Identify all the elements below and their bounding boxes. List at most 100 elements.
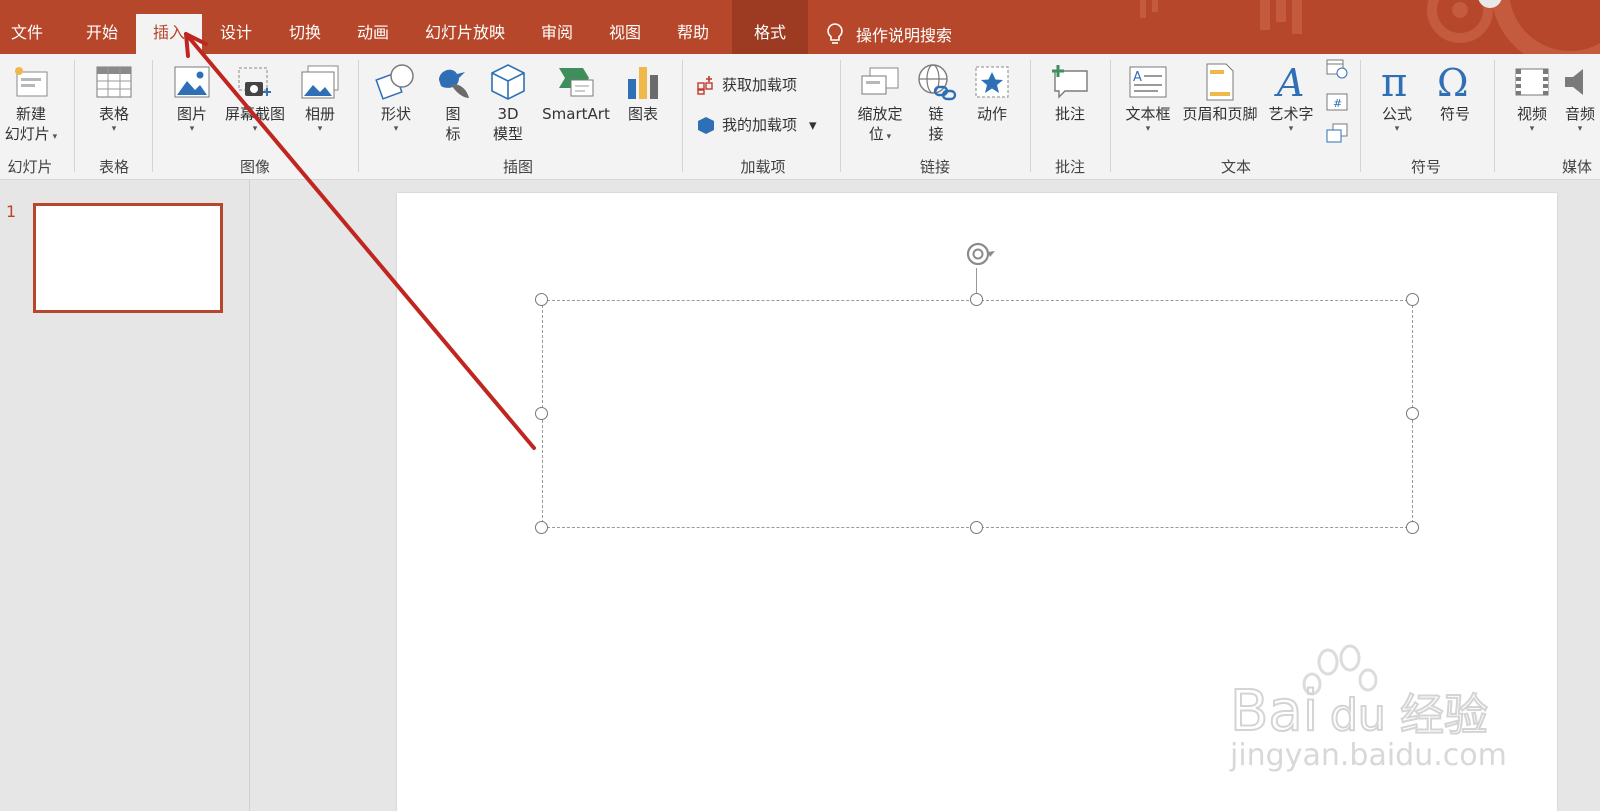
tab-insert[interactable]: 插入 xyxy=(136,14,202,54)
zoom-label-1: 缩放定 xyxy=(857,105,903,123)
new-slide-button[interactable]: 新建 幻灯片 ▾ xyxy=(0,54,62,144)
screenshot-label: 屏幕截图 xyxy=(224,105,285,123)
group-divider xyxy=(74,60,75,172)
resize-handle-left[interactable] xyxy=(535,407,548,420)
zoom-slides-icon xyxy=(859,60,901,104)
shapes-button[interactable]: 形状 ▾ xyxy=(370,54,422,134)
chevron-down-icon: ▾ xyxy=(1529,124,1535,134)
symbol-button[interactable]: Ω 符号 xyxy=(1428,54,1482,124)
watermark-url: jingyan.baidu.com xyxy=(1230,738,1507,773)
video-button[interactable]: 视频 ▾ xyxy=(1506,54,1558,134)
tab-help[interactable]: 帮助 xyxy=(660,14,726,54)
table-label: 表格 xyxy=(98,105,129,123)
textbox-label: 文本框 xyxy=(1125,105,1171,123)
group-divider xyxy=(1030,60,1031,172)
tab-file[interactable]: 文件 xyxy=(0,14,54,54)
group-divider xyxy=(1110,60,1111,172)
3d-models-label-1: 3D xyxy=(497,105,519,123)
object-button[interactable] xyxy=(1322,122,1352,144)
tab-format[interactable]: 格式 xyxy=(732,0,808,54)
action-button[interactable]: 动作 xyxy=(966,54,1018,124)
tab-transitions[interactable]: 切换 xyxy=(272,14,338,54)
table-button[interactable]: 表格 ▾ xyxy=(88,54,140,134)
smartart-button[interactable]: SmartArt xyxy=(538,54,614,124)
equation-button[interactable]: π 公式 ▾ xyxy=(1370,54,1424,134)
chevron-down-icon: ▾ xyxy=(49,132,58,142)
link-button[interactable]: 链 接 xyxy=(912,54,960,144)
resize-handle-bottom-left[interactable] xyxy=(535,521,548,534)
group-label-tables: 表格 xyxy=(98,158,129,176)
symbol-label: 符号 xyxy=(1439,105,1470,123)
rotate-handle-icon[interactable] xyxy=(962,238,998,270)
slide-number: 1 xyxy=(6,202,17,221)
star-action-icon xyxy=(971,60,1013,104)
photo-album-button[interactable]: 相册 ▾ xyxy=(294,54,346,134)
tab-design[interactable]: 设计 xyxy=(204,14,268,54)
svg-text:经验: 经验 xyxy=(1400,690,1488,741)
my-addins-label: 我的加载项 xyxy=(722,116,798,134)
resize-handle-bottom-right[interactable] xyxy=(1406,521,1419,534)
tell-me-search[interactable]: 操作说明搜索 xyxy=(826,14,952,54)
audio-button[interactable]: 音频 ▾ xyxy=(1560,54,1600,134)
slide-number-button[interactable]: # xyxy=(1322,92,1352,112)
ribbon-insert: 新建 幻灯片 ▾ 幻灯片 表格 ▾ 表格 图片 ▾ 屏幕截图 ▾ 相册 ▾ 图像… xyxy=(0,54,1600,180)
chevron-down-icon: ▾ xyxy=(317,124,323,134)
icons-button[interactable]: 图 标 xyxy=(428,54,478,144)
link-label-2: 接 xyxy=(928,125,944,143)
tab-home[interactable]: 开始 xyxy=(70,14,134,54)
slide-thumbnail-pane: 1 xyxy=(0,180,250,811)
resize-handle-bottom[interactable] xyxy=(970,521,983,534)
chevron-down-icon: ▾ xyxy=(1288,124,1294,134)
resize-handle-top-right[interactable] xyxy=(1406,293,1419,306)
header-footer-button[interactable]: 页眉和页脚 xyxy=(1178,54,1262,124)
action-label: 动作 xyxy=(976,105,1007,123)
zoom-button[interactable]: 缩放定 位 ▾ xyxy=(850,54,910,144)
wordart-label: 艺术字 xyxy=(1268,105,1314,123)
audio-label: 音频 xyxy=(1564,105,1595,123)
bird-leaf-icon xyxy=(432,60,474,104)
svg-text:#: # xyxy=(1333,97,1342,110)
chevron-down-icon: ▾ xyxy=(809,115,817,134)
svg-text:du: du xyxy=(1330,690,1386,741)
globe-link-icon xyxy=(915,60,957,104)
shapes-icon xyxy=(375,60,417,104)
screenshot-button[interactable]: 屏幕截图 ▾ xyxy=(220,54,290,134)
group-label-comments: 批注 xyxy=(1054,158,1085,176)
get-addins-button[interactable]: 获取加载项 xyxy=(696,74,797,95)
comment-button[interactable]: 批注 xyxy=(1042,54,1098,124)
resize-handle-top-left[interactable] xyxy=(535,293,548,306)
photo-album-label: 相册 xyxy=(304,105,335,123)
3d-models-label-2: 模型 xyxy=(492,125,523,143)
selected-textbox[interactable] xyxy=(542,300,1413,528)
comment-label: 批注 xyxy=(1054,105,1085,123)
addin-cube-icon xyxy=(698,116,714,134)
hash-icon: # xyxy=(1326,93,1348,111)
chevron-down-icon: ▾ xyxy=(1145,124,1151,134)
date-time-button[interactable] xyxy=(1322,58,1352,80)
video-label: 视频 xyxy=(1516,105,1547,123)
wordart-button[interactable]: A 艺术字 ▾ xyxy=(1264,54,1318,134)
chevron-down-icon: ▾ xyxy=(111,124,117,134)
slide-thumbnail[interactable] xyxy=(33,203,223,313)
resize-handle-right[interactable] xyxy=(1406,407,1419,420)
tab-slideshow[interactable]: 幻灯片放映 xyxy=(412,14,518,54)
shapes-label: 形状 xyxy=(380,105,411,123)
group-divider xyxy=(840,60,841,172)
tab-animations[interactable]: 动画 xyxy=(340,14,406,54)
group-label-images: 图像 xyxy=(239,158,270,176)
search-label: 操作说明搜索 xyxy=(856,26,953,45)
table-icon xyxy=(93,60,135,104)
my-addins-button[interactable]: 我的加载项 ▾ xyxy=(696,114,817,135)
header-footer-label: 页眉和页脚 xyxy=(1182,105,1258,123)
film-icon xyxy=(1511,60,1553,104)
group-divider xyxy=(152,60,153,172)
wordart-icon: A xyxy=(1270,60,1312,104)
textbox-button[interactable]: A 文本框 ▾ xyxy=(1120,54,1176,134)
tab-review[interactable]: 审阅 xyxy=(524,14,590,54)
picture-button[interactable]: 图片 ▾ xyxy=(166,54,218,134)
3d-models-button[interactable]: 3D 模型 xyxy=(482,54,534,144)
equation-label: 公式 xyxy=(1381,105,1412,123)
tab-view[interactable]: 视图 xyxy=(592,14,658,54)
resize-handle-top[interactable] xyxy=(970,293,983,306)
chart-button[interactable]: 图表 xyxy=(618,54,668,124)
